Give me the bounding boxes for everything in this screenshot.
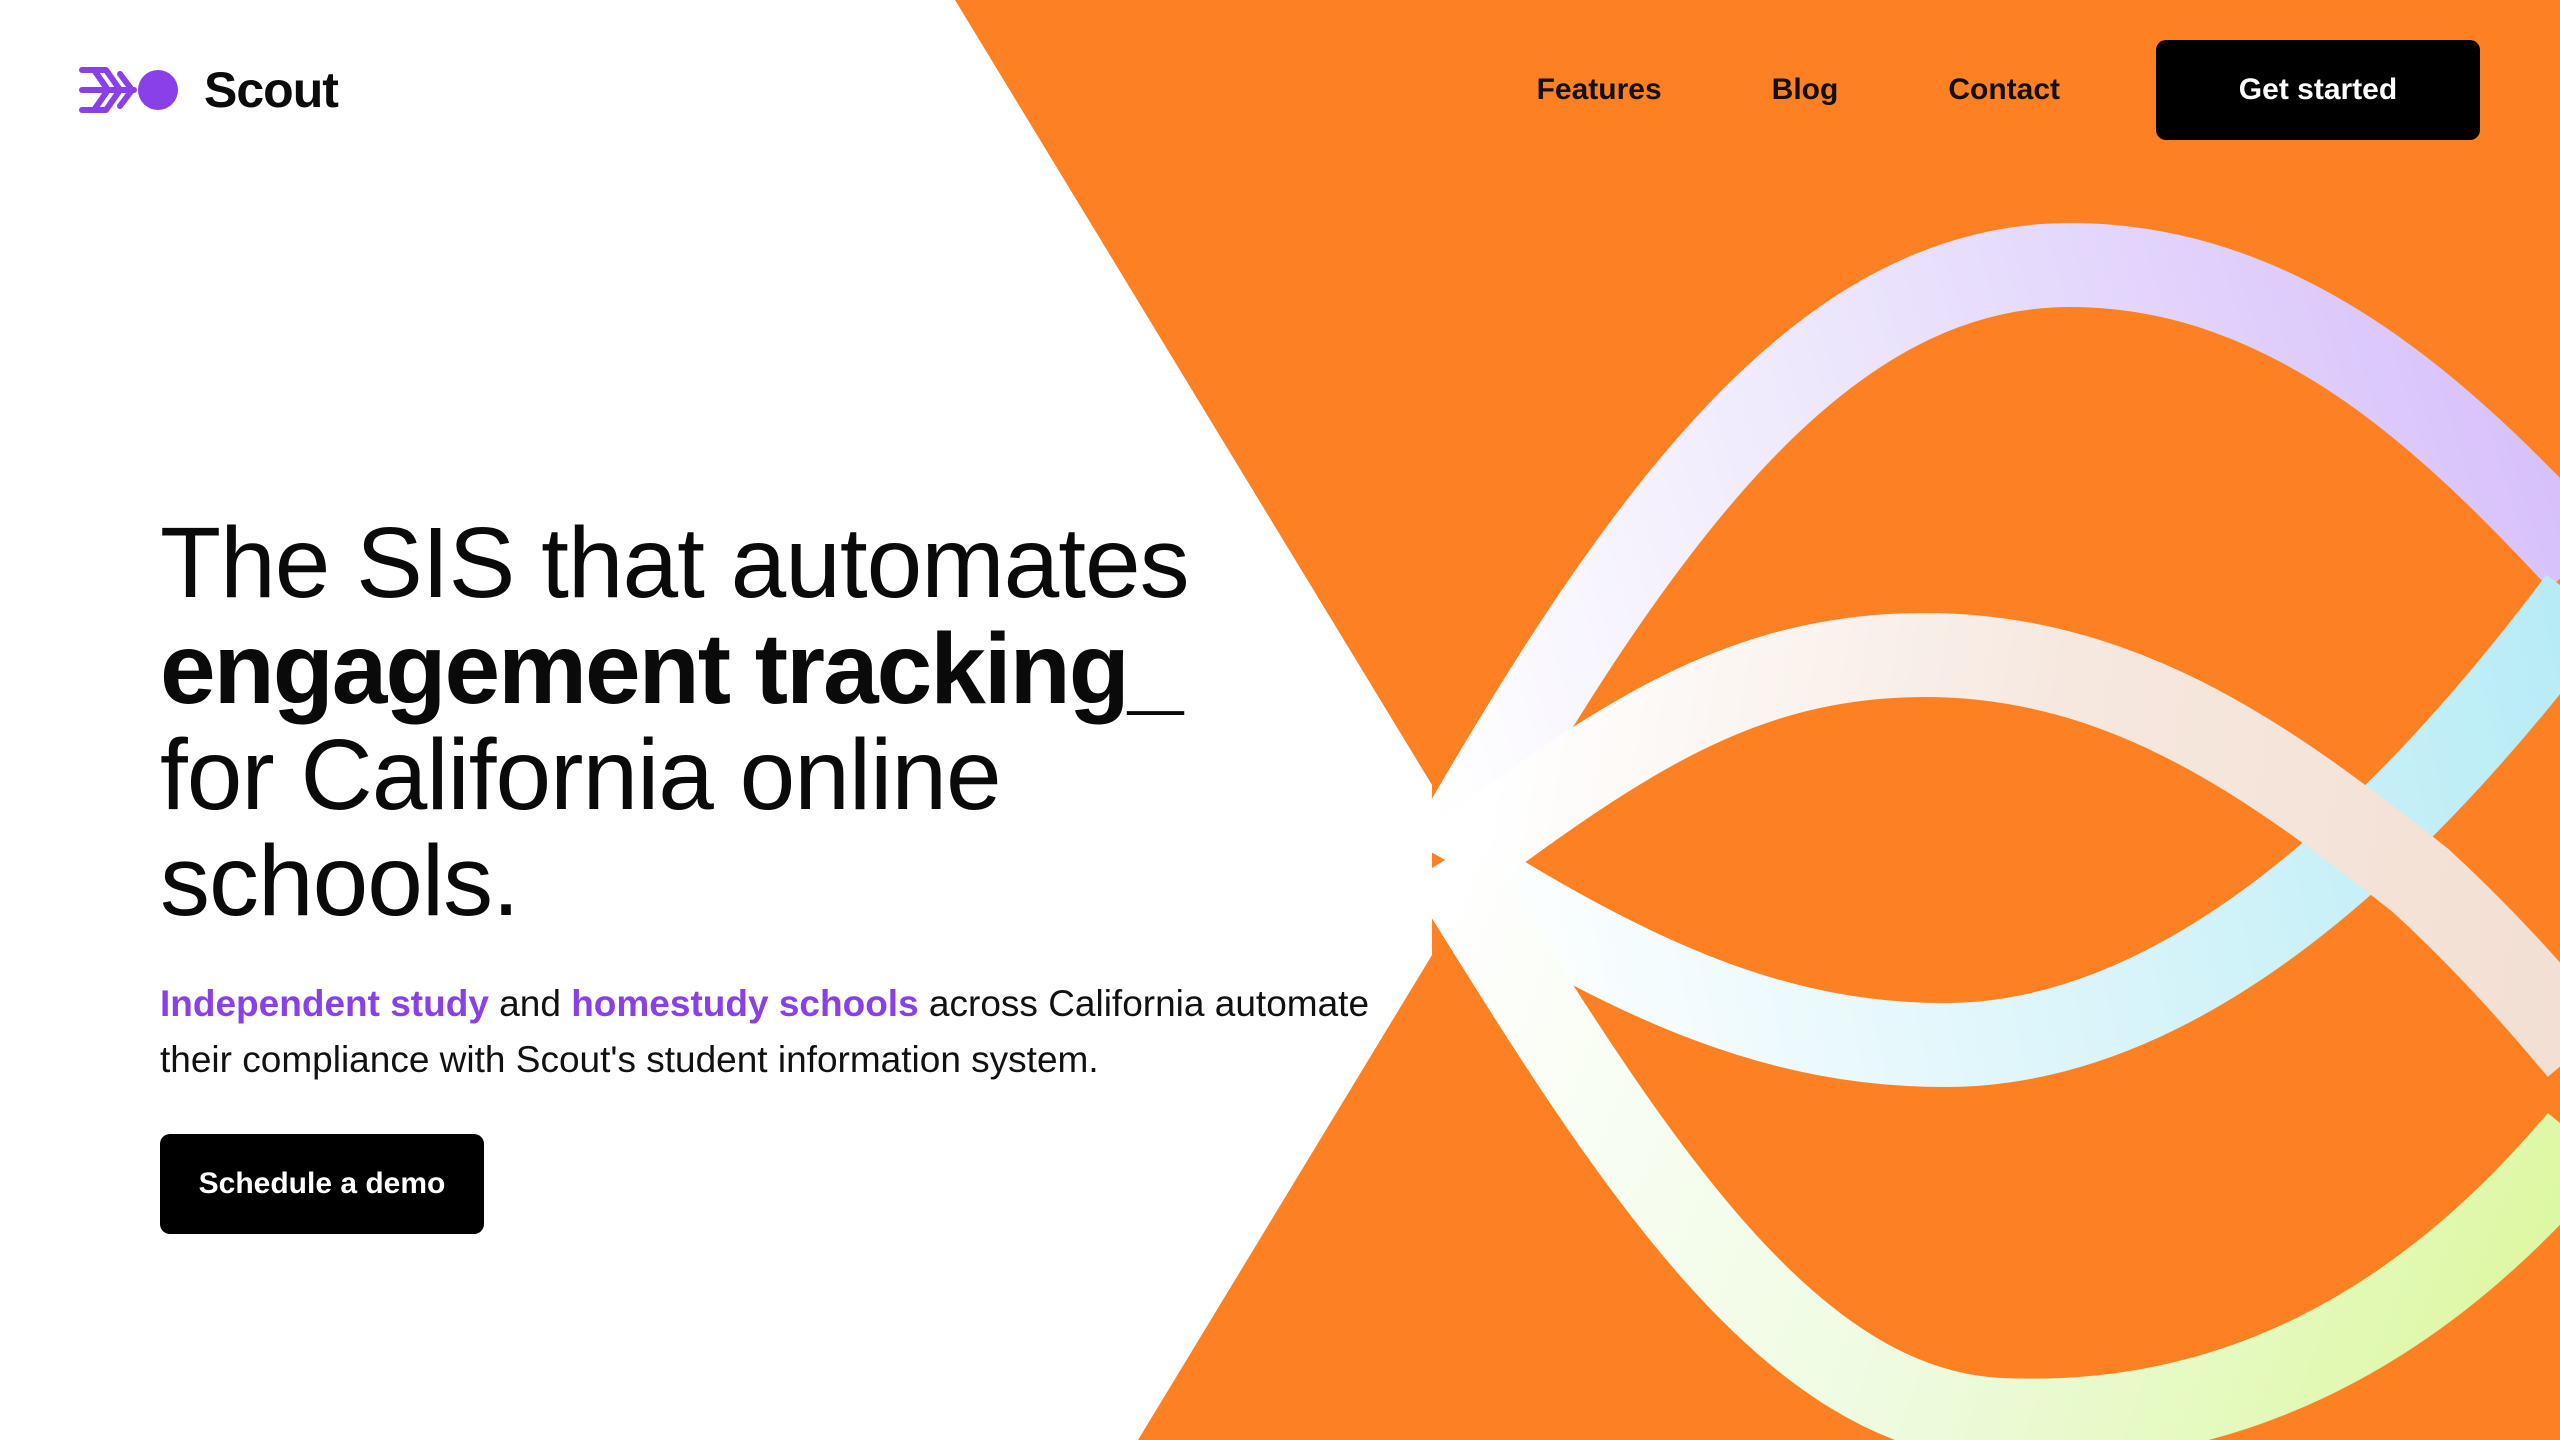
main-nav: Features Blog Contact Get started: [1537, 40, 2480, 140]
headline-line-4: schools.: [160, 825, 520, 937]
headline-line-1: The SIS that automates: [160, 507, 1190, 619]
independent-study-highlight: Independent study: [160, 983, 489, 1024]
subtext-connector: and: [488, 983, 572, 1024]
headline-line-2: engagement tracking_: [160, 613, 1183, 725]
nav-link-contact[interactable]: Contact: [1948, 73, 2060, 107]
schedule-demo-button[interactable]: Schedule a demo: [160, 1134, 484, 1234]
nav-link-blog[interactable]: Blog: [1772, 73, 1839, 107]
landing-page: Scout Features Blog Contact Get started …: [0, 0, 2560, 1440]
homestudy-schools-highlight: homestudy schools: [571, 983, 919, 1024]
scout-logo-mark-icon: [79, 67, 178, 113]
hero-section: The SIS that automates engagement tracki…: [160, 510, 1420, 1234]
brand-name: Scout: [204, 62, 339, 118]
nav-link-features[interactable]: Features: [1537, 73, 1662, 107]
hero-subtext: Independent study and homestudy schools …: [160, 976, 1420, 1088]
get-started-button[interactable]: Get started: [2156, 40, 2480, 140]
top-navigation: Scout Features Blog Contact Get started: [0, 0, 2560, 180]
hero-headline: The SIS that automates engagement tracki…: [160, 510, 1420, 934]
scout-logo[interactable]: Scout: [78, 58, 339, 122]
headline-line-3: for California online: [160, 719, 1002, 831]
